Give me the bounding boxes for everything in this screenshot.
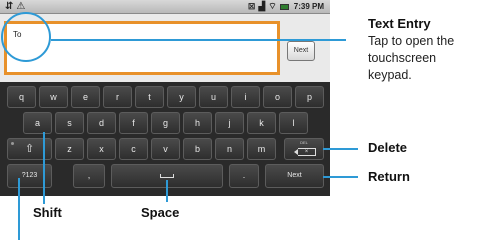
status-time: 7:39 PM	[293, 2, 324, 11]
key-period[interactable]: .	[229, 164, 259, 188]
signal-icon: ▟	[258, 1, 266, 12]
key-v[interactable]: v	[151, 138, 180, 160]
key-s[interactable]: s	[55, 112, 84, 134]
space-callout-label: Space	[141, 205, 180, 220]
key-p[interactable]: p	[295, 86, 324, 108]
key-r[interactable]: r	[103, 86, 132, 108]
return-callout-line	[323, 176, 358, 178]
alert-icon: ⚠	[16, 1, 26, 12]
key-g[interactable]: g	[151, 112, 180, 134]
next-button[interactable]: Next	[287, 41, 315, 61]
symbols-key[interactable]: ?123	[7, 164, 52, 188]
text-entry-line-2: touchscreen	[368, 51, 437, 65]
text-entry-description: Tap to open the touchscreen keypad.	[368, 33, 454, 84]
text-entry-callout-end	[344, 39, 346, 41]
key-x[interactable]: x	[87, 138, 116, 160]
compose-area: To Next	[0, 14, 330, 82]
text-entry-callout-line	[51, 39, 345, 41]
key-d[interactable]: d	[87, 112, 116, 134]
key-m[interactable]: m	[247, 138, 276, 160]
network-icon: ⊠	[247, 1, 256, 12]
shift-key[interactable]: ⇧	[7, 138, 52, 160]
key-q[interactable]: q	[7, 86, 36, 108]
shift-callout-line	[43, 132, 45, 204]
key-e[interactable]: e	[71, 86, 100, 108]
shift-dot-icon	[11, 142, 14, 145]
key-f[interactable]: f	[119, 112, 148, 134]
text-entry-line-1: Tap to open the	[368, 34, 455, 48]
key-n[interactable]: n	[215, 138, 244, 160]
battery-icon	[279, 3, 289, 10]
text-entry-line-3: keypad.	[368, 68, 412, 82]
key-t[interactable]: t	[135, 86, 164, 108]
key-b[interactable]: b	[183, 138, 212, 160]
key-j[interactable]: j	[215, 112, 244, 134]
key-a[interactable]: a	[23, 112, 52, 134]
key-u[interactable]: u	[199, 86, 228, 108]
key-y[interactable]: y	[167, 86, 196, 108]
key-k[interactable]: k	[247, 112, 276, 134]
space-icon	[160, 174, 174, 178]
delete-callout-line	[323, 148, 358, 150]
text-entry-highlight-circle	[1, 12, 51, 62]
return-key[interactable]: Next	[265, 164, 324, 188]
backspace-icon: ×	[294, 148, 316, 156]
return-callout-label: Return	[368, 169, 410, 184]
delete-key[interactable]: DEL ×	[284, 138, 324, 160]
text-entry-title: Text Entry	[368, 16, 431, 31]
key-comma[interactable]: ,	[73, 164, 105, 188]
key-h[interactable]: h	[183, 112, 212, 134]
usb-icon: ⇵	[5, 1, 14, 12]
shift-callout-label: Shift	[33, 205, 62, 220]
space-callout-line	[166, 180, 168, 202]
delete-callout-label: Delete	[368, 140, 408, 155]
status-bar: ⇵ ⚠ ⊠ ▟ ⌔ 7:39 PM	[0, 0, 330, 14]
delete-small-label: DEL	[300, 140, 308, 145]
key-c[interactable]: c	[119, 138, 148, 160]
wifi-icon: ⌔	[268, 2, 277, 12]
key-l[interactable]: l	[279, 112, 308, 134]
key-i[interactable]: i	[231, 86, 260, 108]
touchscreen-keypad: q w e r t y u i o p a s d f g h j k l ⇧ …	[0, 82, 330, 196]
key-o[interactable]: o	[263, 86, 292, 108]
key-z[interactable]: z	[55, 138, 84, 160]
key-w[interactable]: w	[39, 86, 68, 108]
symbols-callout-line	[18, 178, 20, 240]
